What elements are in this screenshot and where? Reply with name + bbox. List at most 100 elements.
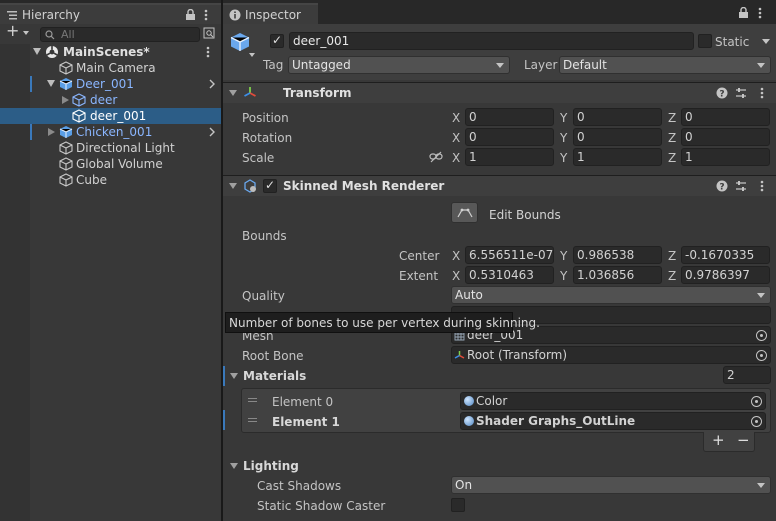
- component-enabled-checkbox[interactable]: ✓: [263, 178, 277, 193]
- static-shadow-caster-checkbox[interactable]: [451, 498, 465, 512]
- z-axis-label[interactable]: Z: [668, 151, 676, 165]
- active-checkbox[interactable]: ✓: [270, 33, 284, 48]
- rotation-y-field[interactable]: 0: [573, 128, 662, 146]
- tab-inspector[interactable]: Inspector: [223, 3, 318, 24]
- position-x-field[interactable]: 0: [465, 108, 554, 126]
- z-axis-label[interactable]: Z: [668, 111, 676, 125]
- root-bone-object-field[interactable]: Root (Transform): [451, 346, 771, 364]
- preset-icon[interactable]: [735, 87, 747, 99]
- chevron-right-icon[interactable]: [209, 79, 215, 89]
- object-picker-icon[interactable]: [756, 350, 767, 361]
- help-icon[interactable]: ?: [716, 87, 728, 99]
- list-item-deer[interactable]: deer: [0, 92, 221, 108]
- list-item-main-camera[interactable]: Main Camera: [0, 60, 221, 76]
- edit-bounds-button[interactable]: [451, 202, 478, 223]
- scale-y-field[interactable]: 1: [573, 148, 662, 166]
- lock-icon[interactable]: [738, 7, 749, 19]
- tooltip: Number of bones to use per vertex during…: [225, 312, 540, 333]
- drag-handle-icon[interactable]: [248, 398, 257, 399]
- more-menu-icon[interactable]: [204, 9, 208, 21]
- expand-arrow-icon[interactable]: [47, 80, 55, 87]
- add-object-button[interactable]: +: [4, 23, 34, 41]
- lighting-fold-icon[interactable]: [230, 463, 238, 469]
- object-picker-icon[interactable]: [751, 416, 762, 427]
- list-item-global-volume[interactable]: Global Volume: [0, 156, 221, 172]
- material-element-1[interactable]: Element 1 Shader Graphs_OutLine: [242, 411, 770, 431]
- fold-arrow-icon[interactable]: [229, 183, 237, 189]
- y-axis-label[interactable]: Y: [560, 151, 567, 165]
- component-menu-icon[interactable]: [760, 180, 764, 192]
- y-axis-label[interactable]: Y: [560, 131, 567, 145]
- scale-x-field[interactable]: 1: [465, 148, 554, 166]
- inspector-panel: Inspector ✓ deer_001 Static Tag Untagged…: [223, 0, 776, 521]
- z-axis-label[interactable]: Z: [668, 131, 676, 145]
- list-item-deer-001-selected[interactable]: deer_001: [0, 108, 221, 124]
- object-name-input[interactable]: deer_001: [289, 32, 694, 50]
- position-y-field[interactable]: 0: [573, 108, 662, 126]
- collapsed-arrow-icon[interactable]: [48, 128, 55, 136]
- cast-shadows-dropdown[interactable]: On: [451, 476, 771, 494]
- layer-dropdown[interactable]: Default: [559, 56, 771, 74]
- help-icon[interactable]: ?: [716, 180, 728, 192]
- z-axis-label[interactable]: Z: [668, 269, 676, 283]
- add-element-button[interactable]: +: [712, 433, 725, 448]
- extent-x-field[interactable]: 0.5310463: [465, 266, 554, 284]
- lock-icon[interactable]: [185, 9, 196, 21]
- drag-handle-icon[interactable]: [248, 418, 257, 419]
- object-picker-icon[interactable]: [751, 396, 762, 407]
- scene-row[interactable]: MainScenes*: [0, 44, 221, 60]
- scene-search-icon[interactable]: [203, 27, 215, 39]
- remove-element-button[interactable]: −: [737, 433, 750, 448]
- expand-arrow-icon[interactable]: [33, 48, 41, 55]
- material-object-field[interactable]: Color: [460, 392, 766, 410]
- list-item-chicken-001[interactable]: Chicken_001: [0, 124, 221, 140]
- x-axis-label[interactable]: X: [452, 151, 460, 165]
- skinned-mesh-renderer-header[interactable]: ✓ Skinned Mesh Renderer ?: [223, 175, 776, 196]
- link-icon[interactable]: [429, 151, 443, 163]
- preset-icon[interactable]: [735, 180, 747, 192]
- list-item-cube[interactable]: Cube: [0, 172, 221, 188]
- x-axis-label[interactable]: X: [452, 269, 460, 283]
- y-axis-label[interactable]: Y: [560, 111, 567, 125]
- material-object-field[interactable]: Shader Graphs_OutLine: [460, 412, 766, 430]
- static-dropdown-caret[interactable]: [762, 39, 770, 44]
- scene-menu-icon[interactable]: [206, 46, 210, 58]
- list-item-directional-light[interactable]: Directional Light: [0, 140, 221, 156]
- more-menu-icon[interactable]: [758, 7, 762, 19]
- tag-dropdown[interactable]: Untagged: [288, 56, 510, 74]
- fold-arrow-icon[interactable]: [229, 90, 237, 96]
- x-axis-label[interactable]: X: [452, 111, 460, 125]
- scale-z-field[interactable]: 1: [681, 148, 770, 166]
- rotation-z-field[interactable]: 0: [681, 128, 770, 146]
- material-element-0[interactable]: Element 0 Color: [242, 391, 770, 411]
- y-axis-label[interactable]: Y: [560, 269, 567, 283]
- hierarchy-search-input[interactable]: All: [40, 27, 200, 42]
- center-z-field[interactable]: -0.1670335: [681, 246, 770, 264]
- rotation-x-field[interactable]: 0: [465, 128, 554, 146]
- position-z-field[interactable]: 0: [681, 108, 770, 126]
- x-axis-label[interactable]: X: [452, 131, 460, 145]
- materials-fold-icon[interactable]: [230, 373, 238, 379]
- object-picker-icon[interactable]: [756, 330, 767, 341]
- center-y-field[interactable]: 0.986538: [573, 246, 662, 264]
- component-menu-icon[interactable]: [760, 87, 764, 99]
- static-checkbox[interactable]: [698, 34, 712, 48]
- collapsed-arrow-icon[interactable]: [62, 96, 69, 104]
- tab-hierarchy[interactable]: Hierarchy: [0, 3, 221, 24]
- center-x-field[interactable]: 6.556511e-07: [465, 246, 554, 264]
- chevron-right-icon[interactable]: [209, 127, 215, 137]
- materials-size-field[interactable]: 2: [723, 366, 771, 384]
- list-item-deer-001-prefab[interactable]: Deer_001: [0, 76, 221, 92]
- z-axis-label[interactable]: Z: [668, 249, 676, 263]
- extent-y-field[interactable]: 1.036856: [573, 266, 662, 284]
- quality-label: Quality: [242, 289, 285, 303]
- gameobject-icon[interactable]: [229, 31, 251, 53]
- list-item-label: deer: [90, 93, 118, 107]
- extent-z-field[interactable]: 0.9786397: [681, 266, 770, 284]
- icon-dropdown-caret[interactable]: [249, 53, 255, 57]
- quality-dropdown[interactable]: Auto: [451, 286, 771, 304]
- hierarchy-tab-bar: Hierarchy: [0, 0, 221, 24]
- x-axis-label[interactable]: X: [452, 249, 460, 263]
- y-axis-label[interactable]: Y: [560, 249, 567, 263]
- transform-header[interactable]: Transform ?: [223, 82, 776, 103]
